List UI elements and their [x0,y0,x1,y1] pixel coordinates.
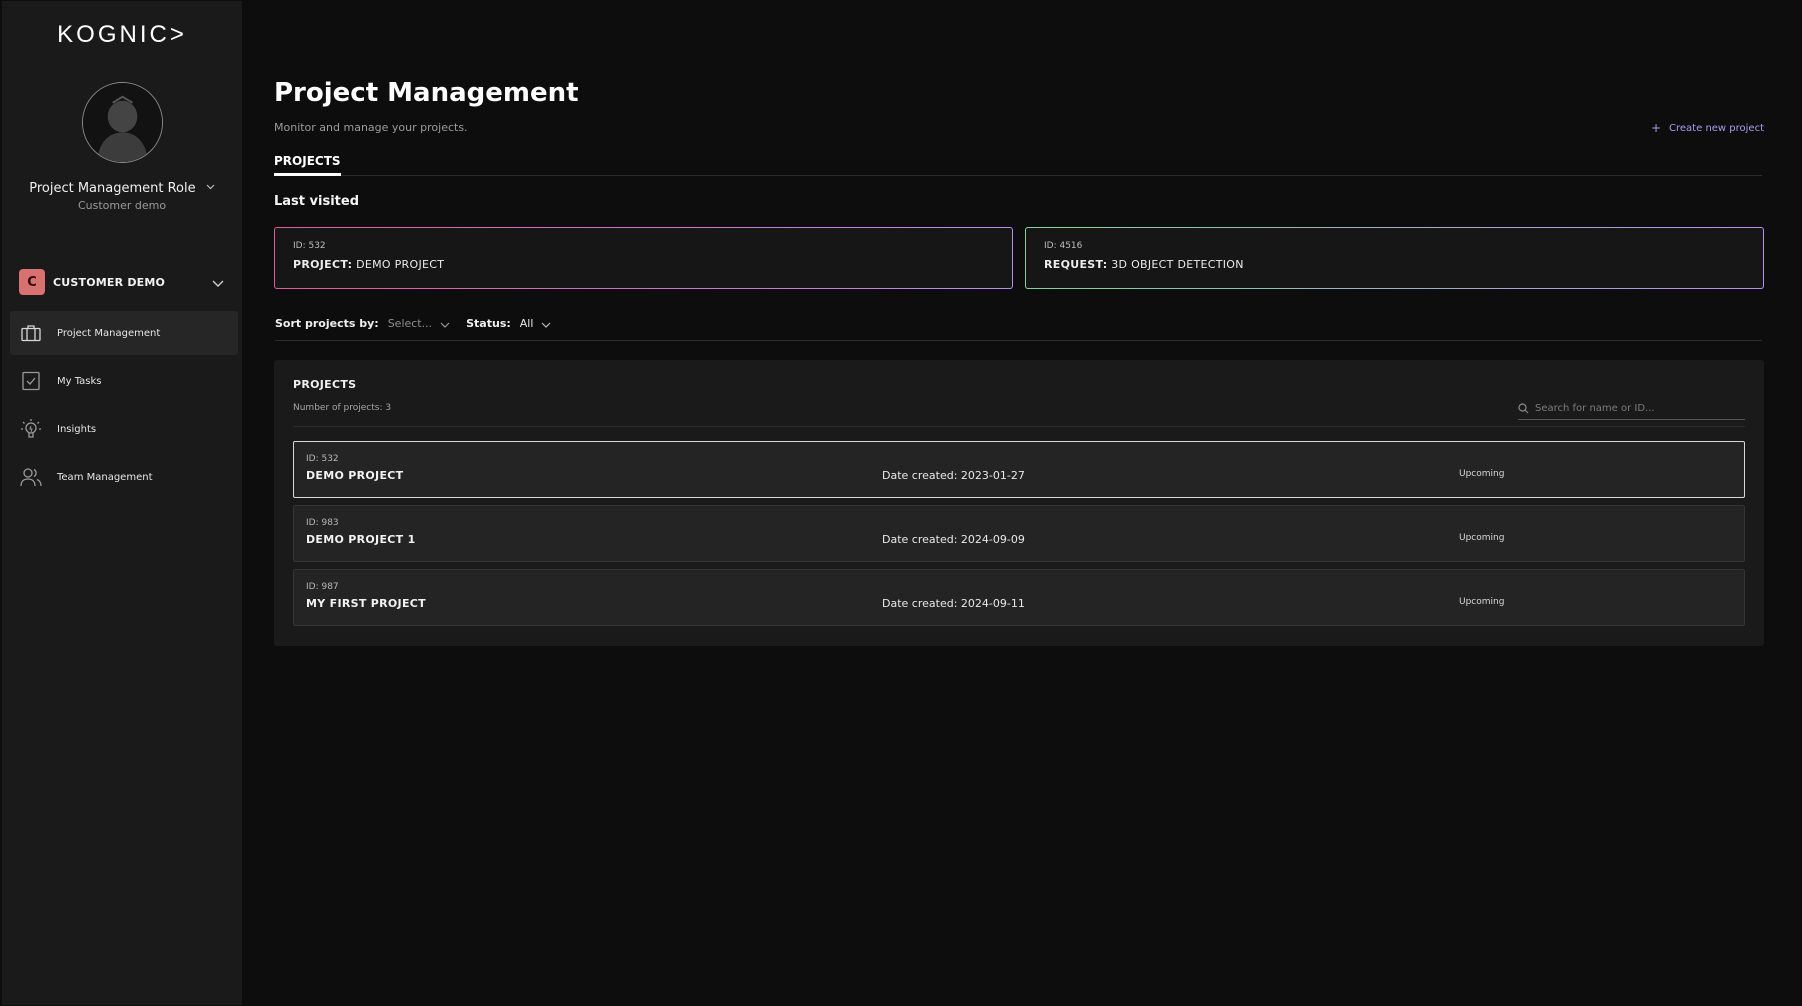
project-date: Date created: 2024-09-09 [882,533,1025,546]
table-row[interactable]: ID: 987 MY FIRST PROJECT Date created: 2… [293,569,1745,626]
project-id: ID: 983 [306,518,339,528]
project-name: MY FIRST PROJECT [306,597,426,610]
card-name: DEMO PROJECT [356,258,445,271]
projects-panel: PROJECTS Number of projects: 3 ID: 532 D… [274,360,1764,646]
sidebar-item-team-management[interactable]: Team Management [10,455,238,499]
tab-bar: PROJECTS [274,154,1762,176]
sidebar-item-my-tasks[interactable]: My Tasks [10,359,238,403]
table-row[interactable]: ID: 532 DEMO PROJECT Date created: 2023-… [293,441,1745,498]
card-kind: PROJECT: [293,258,353,271]
sort-select[interactable]: Select... [388,317,432,330]
sidebar-nav: Project Management My Tasks Insights Tea… [10,311,238,503]
sidebar-item-label: Project Management [57,327,161,339]
filter-bar: Sort projects by: Select... Status: All [275,310,1762,341]
search-icon [1518,399,1529,418]
last-visited-card[interactable]: ID: 532 PROJECT: DEMO PROJECT [274,227,1013,289]
search-input[interactable] [1535,403,1725,414]
sort-label: Sort projects by: [275,317,379,330]
lightbulb-icon [20,418,42,440]
card-title: REQUEST: 3D OBJECT DETECTION [1044,258,1745,271]
project-id: ID: 987 [306,582,339,592]
card-id: ID: 532 [293,241,326,251]
sidebar-item-label: My Tasks [57,375,102,387]
avatar-silhouette-icon [83,83,162,162]
projects-panel-title: PROJECTS [293,378,357,391]
project-date: Date created: 2023-01-27 [882,469,1025,482]
workspace-name: CUSTOMER DEMO [53,275,166,289]
sidebar-item-label: Team Management [57,471,153,483]
project-status: Upcoming [1459,533,1505,543]
project-id: ID: 532 [306,454,339,464]
project-status: Upcoming [1459,597,1505,607]
workspace-selector[interactable]: C CUSTOMER DEMO [19,269,225,295]
card-id: ID: 4516 [1044,241,1083,251]
organization-name: Customer demo [77,199,167,212]
team-icon [20,466,42,488]
create-project-button[interactable]: + Create new project [1651,121,1764,135]
chevron-down-icon[interactable] [541,319,551,332]
card-kind: REQUEST: [1044,258,1108,271]
avatar[interactable] [82,82,163,163]
workspace-badge: C [19,269,45,295]
briefcase-icon [20,322,42,344]
chevron-down-icon [206,179,215,194]
kognic-logo[interactable]: KOGNIC> [2,21,242,49]
status-select[interactable]: All [520,317,534,330]
divider [293,426,1745,427]
table-row[interactable]: ID: 983 DEMO PROJECT 1 Date created: 202… [293,505,1745,562]
project-name: DEMO PROJECT [306,469,404,482]
chevron-down-icon [211,275,225,289]
sidebar-item-insights[interactable]: Insights [10,407,238,451]
create-project-label: Create new project [1669,122,1764,134]
role-label: Project Management Role [29,181,196,196]
plus-icon: + [1650,121,1662,135]
project-name: DEMO PROJECT 1 [306,533,416,546]
last-visited-heading: Last visited [274,194,359,209]
project-search [1518,398,1745,420]
task-check-icon [20,370,42,392]
page-subtitle: Monitor and manage your projects. [274,121,468,134]
page-title: Project Management [274,78,579,108]
project-date: Date created: 2024-09-11 [882,597,1025,610]
role-switcher[interactable]: Project Management Role [2,179,242,196]
last-visited-card[interactable]: ID: 4516 REQUEST: 3D OBJECT DETECTION [1025,227,1764,289]
status-label: Status: [466,317,511,330]
card-title: PROJECT: DEMO PROJECT [293,258,994,271]
project-status: Upcoming [1459,469,1505,479]
tab-projects[interactable]: PROJECTS [274,154,341,176]
card-name: 3D OBJECT DETECTION [1111,258,1244,271]
main-content: Project Management Monitor and manage yo… [274,0,1764,1006]
project-count: Number of projects: 3 [293,403,392,413]
sidebar-item-project-management[interactable]: Project Management [10,311,238,355]
sidebar: KOGNIC> Project Management Role Customer… [2,1,242,1005]
chevron-down-icon[interactable] [440,319,450,332]
sidebar-item-label: Insights [57,423,97,435]
